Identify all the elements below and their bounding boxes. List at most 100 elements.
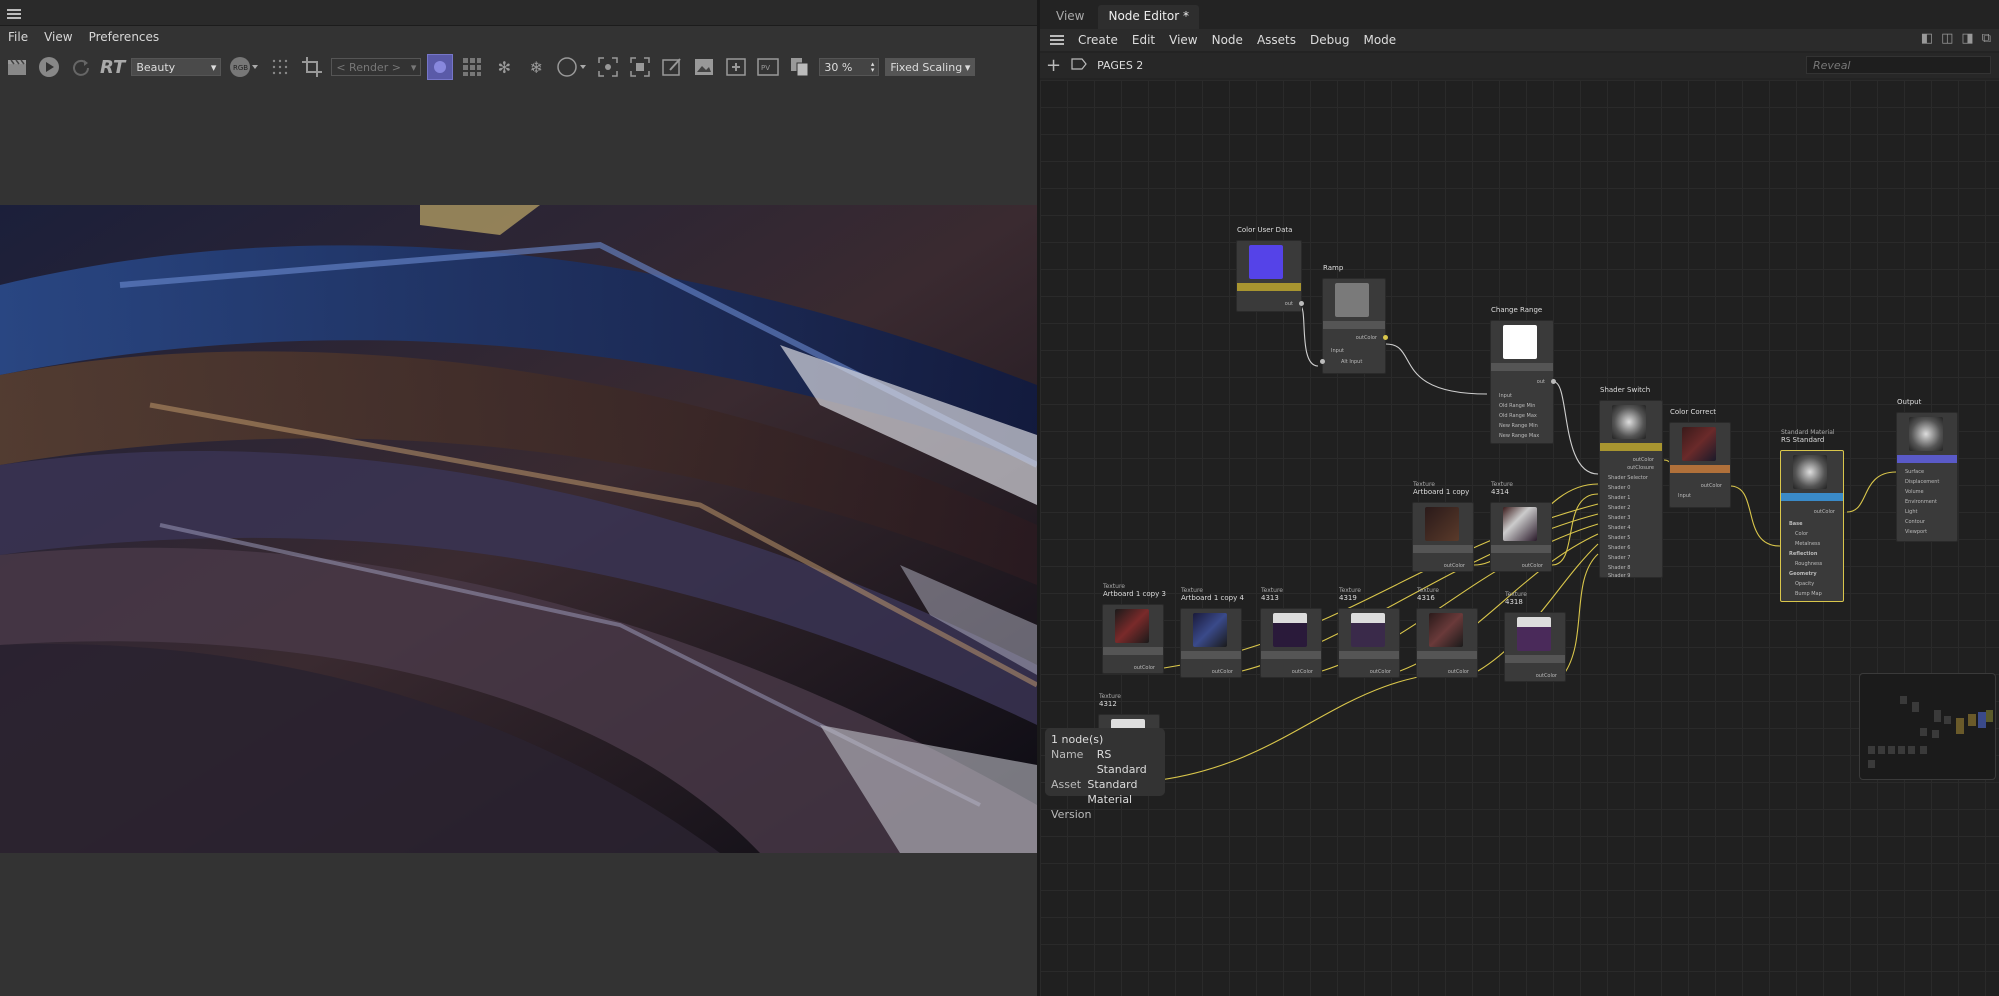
wire-tex-4312	[1159, 670, 1479, 781]
crop-icon[interactable]	[299, 54, 325, 80]
clapperboard-icon[interactable]	[4, 54, 30, 80]
menu-mode[interactable]: Mode	[1363, 33, 1396, 47]
tab-node-editor[interactable]: Node Editor *	[1098, 5, 1199, 29]
zoom-field[interactable]: 30 % ▴ ▾	[819, 58, 880, 76]
node-title: 4316	[1417, 594, 1435, 602]
rgb-channel-icon[interactable]: RGB	[227, 54, 261, 80]
circle-options-icon[interactable]	[555, 54, 589, 80]
layout-right-icon[interactable]: ◨	[1961, 31, 1973, 46]
port-in-label: Shader Selector	[1608, 475, 1648, 481]
snowflake-alt-icon[interactable]: ❄	[523, 54, 549, 80]
hamburger-menu-icon[interactable]	[1050, 35, 1064, 45]
node-color-bar	[1181, 651, 1241, 659]
menu-node[interactable]: Node	[1212, 33, 1243, 47]
node-color-bar	[1323, 321, 1385, 329]
play-render-icon[interactable]	[36, 54, 62, 80]
node-ramp[interactable]: Ramp outColor Input Alt Input	[1320, 264, 1388, 374]
port-out-label: out	[1284, 301, 1293, 307]
reveal-search-input[interactable]: Reveal	[1806, 56, 1991, 74]
node-texture-4313[interactable]: Texture 4313 outColor	[1260, 587, 1322, 678]
render-region-value: < Render >	[336, 60, 401, 74]
port-out-label: out	[1536, 379, 1545, 385]
copy-icon[interactable]	[787, 54, 813, 80]
minimap-node	[1868, 746, 1875, 754]
pv-icon[interactable]: PV	[755, 54, 781, 80]
fit-frame-icon[interactable]	[627, 54, 653, 80]
svg-text:PV: PV	[761, 64, 770, 72]
port-out-label: outColor	[1813, 509, 1835, 515]
input-port[interactable]	[1320, 359, 1325, 364]
detach-icon[interactable]: ⧉	[1982, 31, 1991, 46]
node-texture-4318[interactable]: Texture 4318 outColor	[1504, 591, 1566, 682]
layout-split-icon[interactable]: ◫	[1941, 31, 1953, 46]
node-rs-standard[interactable]: Standard Material RS Standard outColor B…	[1780, 429, 1844, 602]
render-region-select[interactable]: < Render > ▾	[331, 58, 422, 76]
menu-preferences[interactable]: Preferences	[89, 30, 160, 48]
wire-cud-ramp	[1299, 305, 1319, 367]
rt-label[interactable]: RT	[100, 57, 125, 78]
node-color-user-data[interactable]: Color User Data out	[1236, 226, 1304, 312]
node-change-range[interactable]: Change Range out Input Old Range Min Old…	[1490, 306, 1556, 444]
node-thumbnail	[1425, 507, 1459, 541]
node-count: 1 node(s)	[1051, 733, 1104, 746]
output-port[interactable]	[1299, 301, 1304, 306]
node-color-bar	[1339, 651, 1399, 659]
info-key: Asset	[1051, 778, 1082, 791]
output-port[interactable]	[1551, 379, 1556, 384]
node-texture-artboard-copy-3[interactable]: Texture Artboard 1 copy 3 outColor	[1102, 583, 1166, 674]
node-texture-artboard-copy[interactable]: Texture Artboard 1 copy outColor	[1412, 481, 1474, 572]
node-thumbnail	[1335, 283, 1369, 317]
port-in-label: Shader 7	[1608, 555, 1631, 561]
minimap-node	[1986, 710, 1993, 722]
image-icon[interactable]	[691, 54, 717, 80]
dot-grid-icon[interactable]	[267, 54, 293, 80]
menu-view[interactable]: View	[1169, 33, 1197, 47]
add-image-icon[interactable]	[723, 54, 749, 80]
menu-assets[interactable]: Assets	[1257, 33, 1296, 47]
node-thumbnail	[1909, 417, 1943, 451]
node-texture-4314[interactable]: Texture 4314 outColor	[1490, 481, 1552, 572]
pass-select[interactable]: Beauty ▾	[131, 58, 222, 76]
node-output[interactable]: Output Surface Displacement Volume Envir…	[1896, 398, 1958, 542]
node-texture-artboard-copy-4[interactable]: Texture Artboard 1 copy 4 outColor	[1180, 587, 1244, 678]
node-color-correct[interactable]: Color Correct outColor Input	[1669, 408, 1731, 508]
pass-select-value: Beauty	[136, 60, 176, 74]
rendered-image[interactable]	[0, 205, 1037, 853]
minimap[interactable]	[1859, 673, 1996, 780]
menu-create[interactable]: Create	[1078, 33, 1118, 47]
chevron-down-icon: ▾	[964, 60, 971, 74]
node-shader-switch[interactable]: Shader Switch outColor outClosure Shader…	[1599, 386, 1663, 579]
panel-topbar	[0, 0, 1037, 26]
menu-edit[interactable]: Edit	[1132, 33, 1155, 47]
node-color-bar	[1261, 651, 1321, 659]
refresh-icon[interactable]	[68, 54, 94, 80]
wire-rs-output	[1846, 471, 1897, 513]
hamburger-menu-icon[interactable]	[7, 9, 21, 19]
tag-icon[interactable]	[1071, 58, 1087, 73]
edit-image-icon[interactable]	[659, 54, 685, 80]
node-title: RS Standard	[1781, 436, 1825, 444]
output-port[interactable]	[1383, 335, 1388, 340]
port-in-label: Input	[1678, 493, 1691, 499]
port-out-label: outColor	[1211, 669, 1233, 675]
menu-view[interactable]: View	[44, 30, 72, 48]
node-graph-canvas[interactable]: Color User Data out Ramp outColor Input …	[1040, 80, 1999, 996]
interactive-region-icon[interactable]	[427, 54, 454, 80]
snowflake-icon[interactable]: ✻	[491, 54, 517, 80]
node-texture-4316[interactable]: Texture 4316 outColor	[1416, 587, 1478, 678]
frame-select-icon[interactable]	[595, 54, 621, 80]
node-texture-4319[interactable]: Texture 4319 outColor	[1338, 587, 1400, 678]
menu-file[interactable]: File	[8, 30, 28, 48]
node-title: Change Range	[1491, 306, 1543, 314]
add-icon[interactable]: +	[1046, 55, 1061, 76]
scaling-select[interactable]: Fixed Scaling ▾	[885, 58, 976, 76]
tab-view[interactable]: View	[1046, 5, 1094, 29]
layout-left-icon[interactable]: ◧	[1921, 31, 1933, 46]
port-in-label: Alt Input	[1341, 359, 1363, 365]
grid-icon[interactable]	[459, 54, 485, 80]
minimap-node	[1878, 746, 1885, 754]
stepper-icon[interactable]: ▴ ▾	[871, 61, 875, 74]
node-thumbnail	[1193, 613, 1227, 647]
path-label[interactable]: PAGES 2	[1097, 59, 1143, 72]
menu-debug[interactable]: Debug	[1310, 33, 1349, 47]
